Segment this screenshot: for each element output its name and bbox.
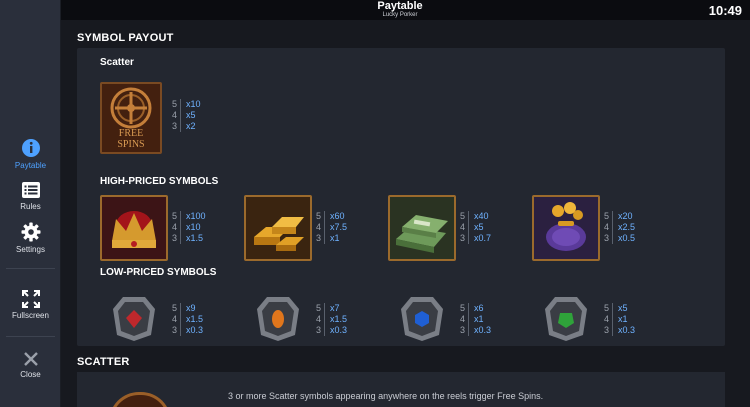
sidebar-item-fullscreen[interactable]: Fullscreen xyxy=(0,290,61,320)
scatter-symbol: FREE SPINS xyxy=(100,82,162,154)
list-icon xyxy=(21,182,40,198)
section-title-scatter: SCATTER xyxy=(77,356,130,368)
sidebar-item-label: Rules xyxy=(20,202,41,211)
close-icon xyxy=(23,352,38,366)
cash-stack-symbol xyxy=(388,195,456,261)
scatter-symbol-text: SPINS xyxy=(117,139,144,150)
vault-wheel-icon: FREE SPINS xyxy=(102,84,160,152)
high-priced-title: HIGH-PRICED SYMBOLS xyxy=(100,176,219,187)
sidebar-item-label: Paytable xyxy=(14,161,47,170)
top-bar: Paytable Lucky Porker 10:49 xyxy=(0,0,750,20)
red-gem-symbol xyxy=(111,293,157,343)
fullscreen-icon xyxy=(21,290,40,308)
crown-payouts: 5 x100 4 x10 3 x1.5 xyxy=(172,211,206,244)
cash-stack-payouts: 5 x40 4 x5 3 x0.7 xyxy=(460,211,492,244)
scatter-symbol-text: FREE xyxy=(119,128,143,139)
sidebar: Paytable Rules Settings Fullscreen Close xyxy=(0,0,61,407)
sidebar-divider xyxy=(6,268,55,269)
coin-purse-symbol xyxy=(532,195,600,261)
gold-bars-payouts: 5 x60 4 x7.5 3 x1 xyxy=(316,211,348,244)
low-priced-title: LOW-PRICED SYMBOLS xyxy=(100,267,217,278)
sidebar-item-settings[interactable]: Settings xyxy=(0,222,61,254)
coin-purse-payouts: 5 x20 4 x2.5 3 x0.5 xyxy=(604,211,636,244)
green-gem-payouts: 5 x5 4 x1 3 x0.3 xyxy=(604,303,636,336)
sidebar-item-paytable[interactable]: Paytable xyxy=(0,138,61,170)
crown-symbol xyxy=(100,195,168,261)
cash-stack-icon xyxy=(390,197,454,259)
gold-bars-symbol xyxy=(244,195,312,261)
scatter-description: 3 or more Scatter symbols appearing anyw… xyxy=(228,391,544,401)
blue-gem-symbol xyxy=(399,293,445,343)
crown-icon xyxy=(102,197,166,259)
orange-gem-symbol xyxy=(255,293,301,343)
sidebar-item-label: Settings xyxy=(16,245,45,254)
clock: 10:49 xyxy=(708,3,742,18)
sidebar-item-label: Close xyxy=(20,370,41,379)
orange-gem-icon xyxy=(257,297,299,341)
scatter-title: Scatter xyxy=(100,57,134,68)
coin-purse-icon xyxy=(534,197,598,259)
green-gem-symbol xyxy=(543,293,589,343)
scatter-payouts: 5 x10 4 x5 3 x2 xyxy=(172,99,201,132)
game-name: Lucky Porker xyxy=(382,12,418,18)
sidebar-item-label: Fullscreen xyxy=(12,311,49,320)
blue-gem-icon xyxy=(401,297,443,341)
info-icon xyxy=(21,139,40,157)
gear-icon xyxy=(21,222,40,242)
gold-bars-icon xyxy=(246,197,310,259)
blue-gem-payouts: 5 x6 4 x1 3 x0.3 xyxy=(460,303,492,336)
sidebar-divider xyxy=(6,336,55,337)
red-gem-icon xyxy=(113,297,155,341)
red-gem-payouts: 5 x9 4 x1.5 3 x0.3 xyxy=(172,303,204,336)
green-gem-icon xyxy=(545,297,587,341)
sidebar-item-rules[interactable]: Rules xyxy=(0,181,61,211)
paytable-content[interactable]: SYMBOL PAYOUT Scatter FREE SPINS 5 x10 4x… xyxy=(61,20,750,407)
sidebar-item-close[interactable]: Close xyxy=(0,351,61,379)
section-title-symbol-payout: SYMBOL PAYOUT xyxy=(77,32,174,44)
orange-gem-payouts: 5 x7 4 x1.5 3 x0.3 xyxy=(316,303,348,336)
